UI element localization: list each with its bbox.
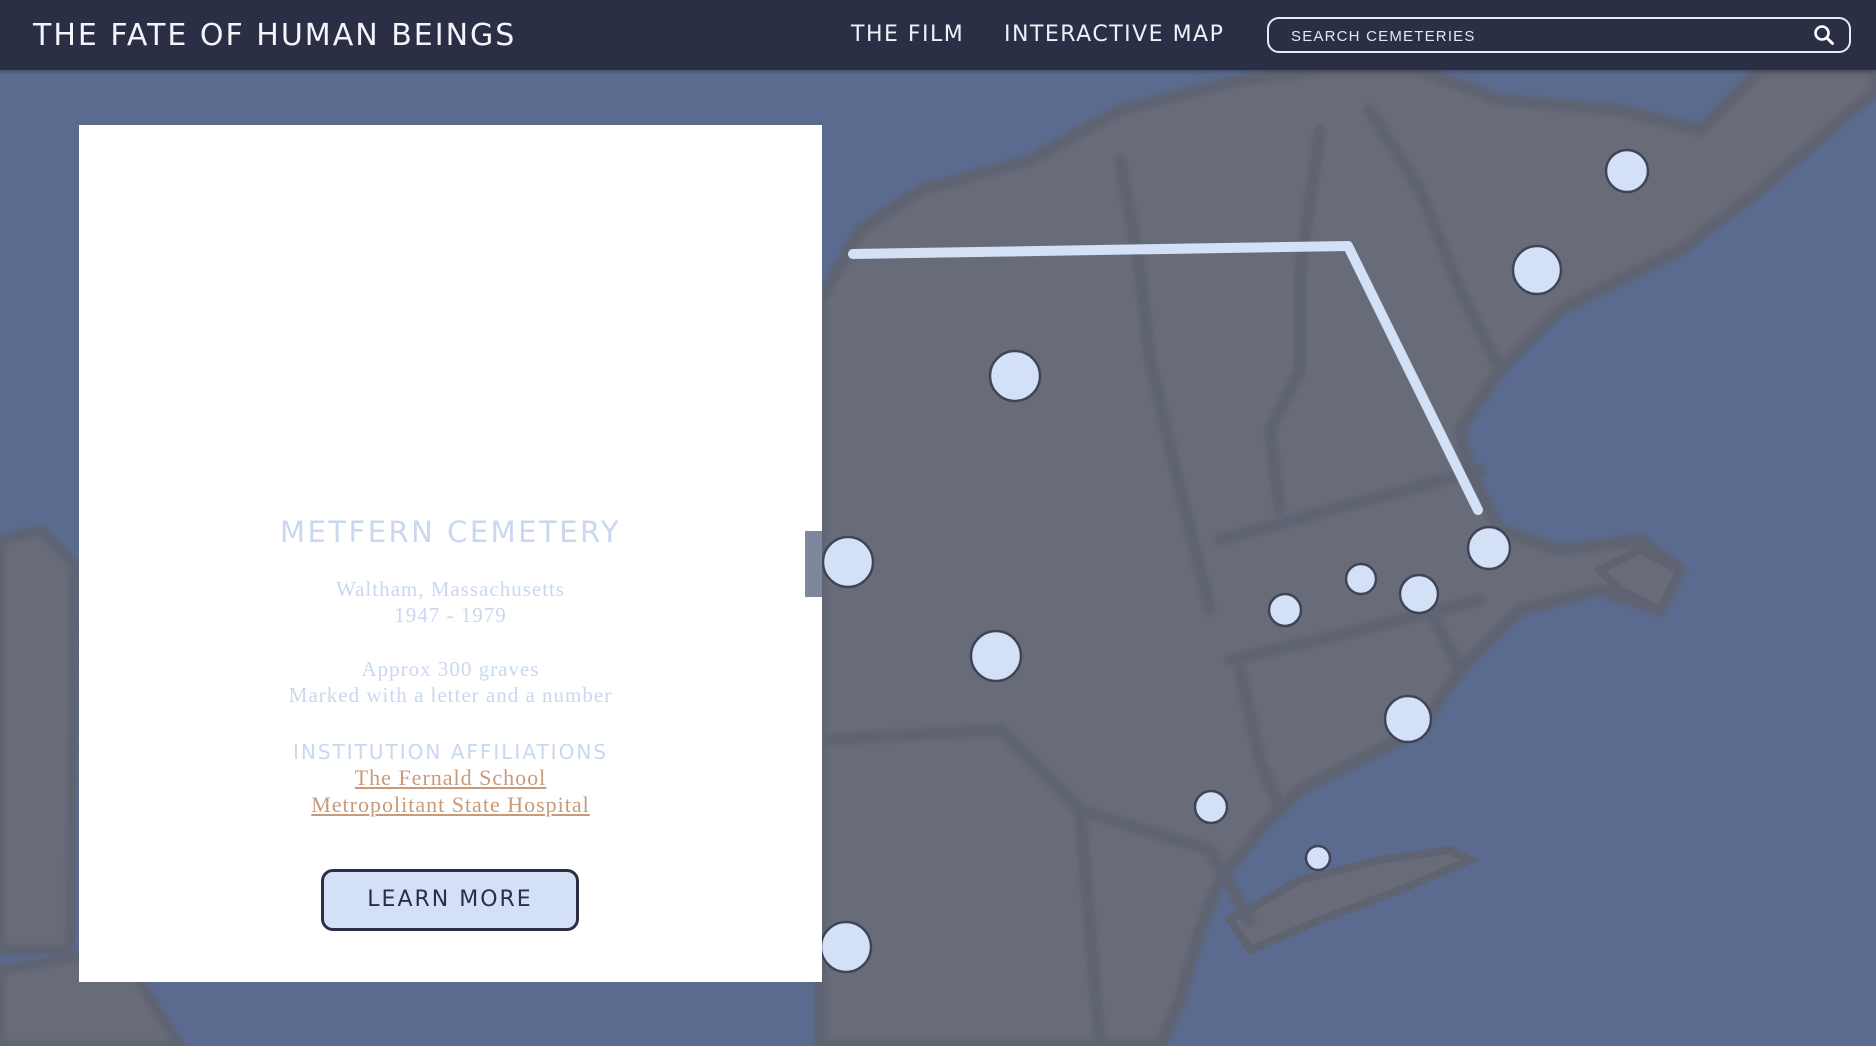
panel-collapse-handle[interactable] (805, 531, 822, 597)
cemetery-info-panel: METFERN CEMETERY Waltham, Massachusetts … (79, 125, 822, 982)
site-title[interactable]: THE FATE OF HUMAN BEINGS (33, 18, 516, 53)
cemetery-marker[interactable] (1511, 244, 1563, 296)
affiliations-heading: INSTITUTION AFFILIATIONS (293, 740, 608, 764)
cemetery-marker[interactable] (821, 535, 875, 589)
cemetery-years: 1947 - 1979 (394, 603, 507, 627)
affiliation-link-metropolitant-state-hospital[interactable]: Metropolitant State Hospital (79, 792, 822, 818)
cemetery-marker[interactable] (988, 349, 1042, 403)
cemetery-marker[interactable] (1267, 592, 1303, 628)
learn-more-button[interactable]: LEARN MORE (321, 869, 579, 931)
cemetery-marker-selected[interactable] (1466, 525, 1512, 571)
cemetery-graves: Approx 300 graves (361, 657, 540, 681)
cemetery-marker[interactable] (1304, 844, 1332, 872)
cemetery-marker[interactable] (1604, 148, 1650, 194)
cemetery-marker[interactable] (1193, 789, 1229, 825)
nav-link-the-film[interactable]: THE FILM (851, 22, 964, 47)
cemetery-location: Waltham, Massachusetts (335, 577, 566, 601)
affiliation-link-fernald-school[interactable]: The Fernald School (79, 765, 822, 791)
cemetery-marking: Marked with a letter and a number (288, 683, 613, 707)
cemetery-name: METFERN CEMETERY (279, 515, 622, 549)
cemetery-marker[interactable] (819, 920, 873, 974)
cemetery-marker[interactable] (1383, 694, 1433, 744)
search-icon[interactable] (1813, 24, 1835, 46)
search-box (1267, 17, 1851, 53)
cemetery-marker[interactable] (1398, 573, 1440, 615)
top-navigation-bar: THE FATE OF HUMAN BEINGS THE FILM INTERA… (0, 0, 1876, 70)
search-input[interactable] (1289, 24, 1793, 48)
nav-link-interactive-map[interactable]: INTERACTIVE MAP (1004, 22, 1224, 47)
cemetery-marker[interactable] (969, 629, 1023, 683)
cemetery-marker[interactable] (1344, 562, 1378, 596)
